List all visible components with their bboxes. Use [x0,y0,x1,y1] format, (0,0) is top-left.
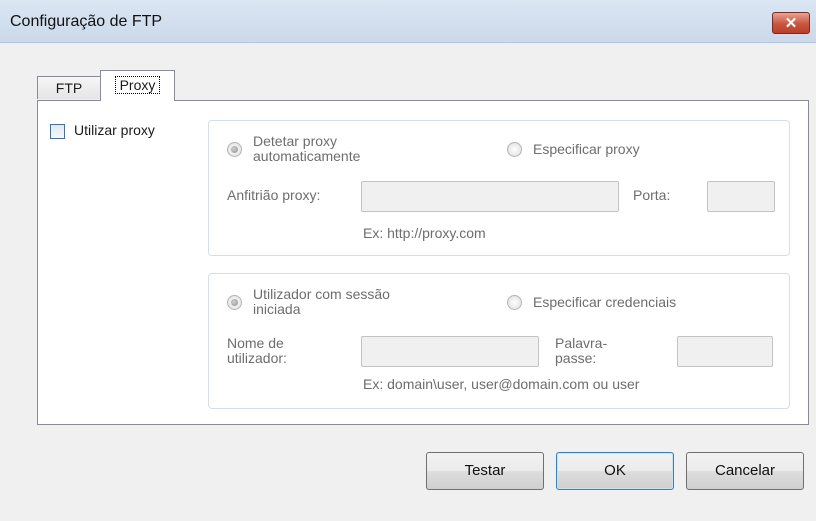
password-input[interactable] [677,336,773,367]
specify-credentials-label: Especificar credenciais [533,294,677,310]
username-input[interactable] [361,336,539,367]
test-button[interactable]: Testar [426,452,544,490]
ok-button[interactable]: OK [556,452,674,490]
window-title: Configuração de FTP [10,13,163,30]
proxy-port-label: Porta: [633,187,671,203]
use-proxy-checkbox[interactable] [50,124,65,139]
ftp-config-dialog: Configuração de FTP ✕ FTP Proxy Utilizar… [0,0,816,521]
cancel-button[interactable]: Cancelar [686,452,804,490]
username-label: Nome de utilizador: [227,335,287,366]
tab-ftp[interactable]: FTP [37,76,101,99]
credentials-example: Ex: domain\user, user@domain.com ou user [363,376,640,392]
specify-proxy-label: Especificar proxy [533,141,640,157]
specify-proxy-radio[interactable] [507,142,522,157]
tab-proxy[interactable]: Proxy [100,70,175,101]
proxy-host-example: Ex: http://proxy.com [363,225,486,241]
specify-credentials-radio[interactable] [507,295,522,310]
close-icon: ✕ [784,15,798,32]
detect-proxy-radio[interactable] [227,142,242,157]
password-label: Palavra- passe: [555,335,608,366]
close-button[interactable]: ✕ [772,12,810,34]
detect-proxy-label: Detetar proxy automaticamente [253,133,361,164]
proxy-tab-panel: Utilizar proxy Detetar proxy automaticam… [37,100,809,425]
proxy-port-input[interactable] [707,181,775,212]
use-proxy-label: Utilizar proxy [74,122,155,138]
proxy-host-input[interactable] [361,181,619,212]
logged-user-label: Utilizador com sessão iniciada [253,286,390,317]
tab-proxy-label: Proxy [114,76,161,94]
proxy-server-group: Detetar proxy automaticamente Especifica… [208,120,790,256]
proxy-host-label: Anfitrião proxy: [227,187,321,203]
logged-user-radio[interactable] [227,295,242,310]
tab-ftp-label: FTP [55,80,83,96]
title-bar: Configuração de FTP ✕ [0,0,816,43]
proxy-auth-group: Utilizador com sessão iniciada Especific… [208,273,790,409]
